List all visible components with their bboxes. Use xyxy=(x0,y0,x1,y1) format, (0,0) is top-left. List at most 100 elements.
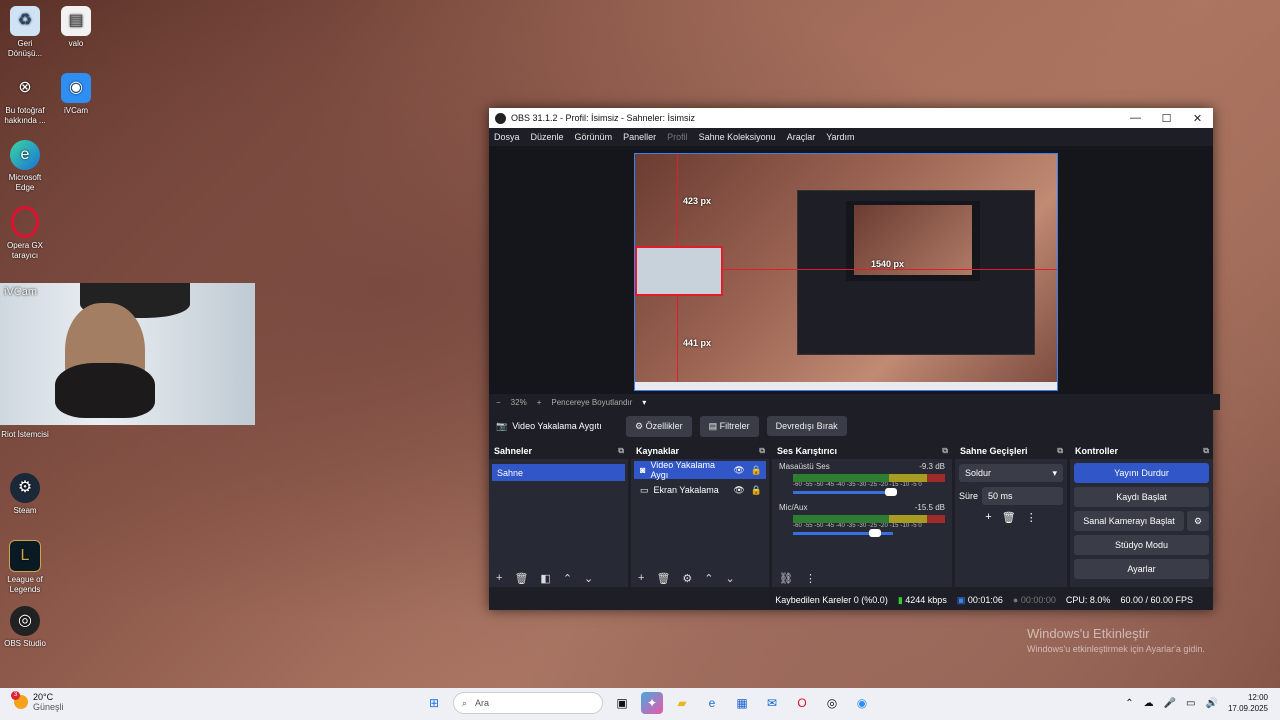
copilot-icon[interactable]: ✦ xyxy=(641,692,663,714)
start-virtual-camera-button[interactable]: Sanal Kamerayı Başlat xyxy=(1074,511,1184,531)
scene-filter-icon[interactable]: ◧ xyxy=(540,572,550,585)
volume-slider[interactable] xyxy=(793,488,897,496)
menu-profile[interactable]: Profil xyxy=(667,132,688,142)
more-options-icon[interactable]: ⋮ xyxy=(1026,511,1037,524)
ivcam-preview-window[interactable]: iVCam xyxy=(0,283,255,425)
undock-icon[interactable]: ⧉ xyxy=(942,446,948,456)
desktop-icon-recycle-bin[interactable]: ♻ Geri Dönüşü... xyxy=(0,6,50,59)
volume-slider[interactable] xyxy=(793,529,893,537)
close-icon[interactable]: ✕ xyxy=(1182,112,1213,125)
zoom-in-button[interactable]: + xyxy=(537,398,542,407)
menu-scene-collection[interactable]: Sahne Koleksiyonu xyxy=(699,132,776,142)
move-down-icon[interactable]: ⌄ xyxy=(584,572,593,585)
scenes-title: Sahneler xyxy=(494,446,533,456)
task-view-icon[interactable]: ▣ xyxy=(611,692,633,714)
desktop-icon-photo-info[interactable]: ⊗ Bu fotoğraf hakkında ... xyxy=(0,73,50,126)
move-up-icon[interactable]: ⌃ xyxy=(704,572,713,585)
transition-select[interactable]: Soldur ▾ xyxy=(959,464,1063,482)
duration-label: Süre xyxy=(959,491,979,501)
weather-widget[interactable]: 3 20°C Güneşli xyxy=(11,691,64,712)
remove-scene-icon[interactable]: 🗑 xyxy=(514,572,528,585)
move-down-icon[interactable]: ⌄ xyxy=(726,572,735,585)
link-icon[interactable]: ⛓ xyxy=(779,572,793,585)
volume-icon[interactable]: 🔊 xyxy=(1206,698,1218,709)
chevron-up-icon[interactable]: ⌃ xyxy=(1125,698,1133,709)
start-recording-button[interactable]: Kaydı Başlat xyxy=(1074,487,1209,507)
add-transition-icon[interactable]: + xyxy=(985,511,991,524)
selected-video-source[interactable] xyxy=(635,246,723,296)
undock-icon[interactable]: ⧉ xyxy=(759,446,765,456)
desktop-icon-obs[interactable]: ◎ OBS Studio xyxy=(0,606,50,649)
undock-icon[interactable]: ⧉ xyxy=(1203,446,1209,456)
store-icon[interactable]: ▦ xyxy=(731,692,753,714)
desktop-icon-riot[interactable]: Riot İstemcisi xyxy=(0,430,50,440)
duration-input[interactable]: 50 ms xyxy=(982,487,1063,505)
move-up-icon[interactable]: ⌃ xyxy=(563,572,572,585)
source-properties-icon[interactable]: ⚙ xyxy=(682,572,692,585)
mixer-channel-desktop: Masaüstü Ses -9.3 dB -60 -55 -50 -45 -40 … xyxy=(772,459,952,496)
properties-button[interactable]: ⚙ Özellikler xyxy=(626,415,692,437)
opera-gx-icon[interactable]: O xyxy=(791,692,813,714)
file-explorer-icon[interactable]: ▰ xyxy=(671,692,693,714)
add-source-icon[interactable]: + xyxy=(638,572,644,584)
channel-name: Masaüstü Ses xyxy=(779,462,830,471)
chevron-down-icon[interactable]: ▾ xyxy=(642,398,646,407)
lock-icon[interactable]: 🔒 xyxy=(751,485,762,496)
minimize-icon[interactable]: — xyxy=(1120,112,1151,125)
deactivate-button[interactable]: Devredışı Bırak xyxy=(766,416,847,436)
desktop-icon-opera[interactable]: Opera GX tarayıcı xyxy=(0,206,50,261)
display-icon[interactable]: ▭ xyxy=(1186,698,1195,709)
preview-canvas[interactable]: 423 px 1540 px 441 px xyxy=(634,153,1058,391)
eye-icon[interactable]: 👁 xyxy=(733,485,744,496)
filters-button[interactable]: ▤ Filtreler xyxy=(699,415,759,437)
lock-icon[interactable]: 🔒 xyxy=(751,465,762,476)
desktop-icon-ivcam[interactable]: ◉ iVCam xyxy=(51,73,101,116)
slider-handle[interactable] xyxy=(869,529,881,537)
more-options-icon[interactable]: ⋮ xyxy=(805,572,816,585)
dropped-frames: Kaybedilen Kareler 0 (%0.0) xyxy=(775,595,888,605)
system-tray: ⌃ ☁ 🎤 ▭ 🔊 12:00 17.09.2025 xyxy=(1125,692,1268,714)
desktop-icon-edge[interactable]: e Microsoft Edge xyxy=(0,140,50,193)
preview-area[interactable]: 423 px 1540 px 441 px xyxy=(489,146,1213,394)
outlook-icon[interactable]: ✉ xyxy=(761,692,783,714)
slider-handle[interactable] xyxy=(885,488,897,496)
eye-icon[interactable]: 👁 xyxy=(733,465,744,476)
menu-help[interactable]: Yardım xyxy=(826,132,854,142)
obs-icon[interactable]: ◎ xyxy=(821,692,843,714)
clock[interactable]: 12:00 17.09.2025 xyxy=(1228,692,1268,714)
add-scene-icon[interactable]: + xyxy=(496,572,502,584)
source-item[interactable]: ◙ Video Yakalama Aygı 👁 🔒 xyxy=(634,460,766,480)
volume-meter xyxy=(793,474,945,482)
microphone-icon[interactable]: 🎤 xyxy=(1164,698,1176,709)
gear-icon[interactable]: ⚙ xyxy=(1187,511,1209,531)
menu-file[interactable]: Dosya xyxy=(494,132,520,142)
remove-transition-icon[interactable]: 🗑 xyxy=(1002,511,1016,524)
search-box[interactable]: ⌕ Ara xyxy=(453,692,603,714)
menu-tools[interactable]: Araçlar xyxy=(787,132,816,142)
title-bar[interactable]: OBS 31.1.2 - Profil: İsimsiz - Sahneler:… xyxy=(489,108,1213,128)
docks: Sahneler ⧉ Sahne + 🗑 ◧ ⌃ ⌄ Kaynaklar ⧉ ◙ V… xyxy=(489,443,1213,587)
settings-button[interactable]: Ayarlar xyxy=(1074,559,1209,579)
desktop-icon-steam[interactable]: ⚙ Steam xyxy=(0,473,50,516)
edge-icon[interactable]: e xyxy=(701,692,723,714)
desktop-icon-valo[interactable]: ▤ valo xyxy=(51,6,101,49)
maximize-icon[interactable]: ☐ xyxy=(1151,112,1182,125)
ivcam-icon[interactable]: ◉ xyxy=(851,692,873,714)
desktop-icon-league[interactable]: L League of Legends xyxy=(0,540,50,595)
fit-to-window[interactable]: Pencereye Boyutlandır xyxy=(551,398,632,407)
undock-icon[interactable]: ⧉ xyxy=(618,446,624,456)
zoom-out-button[interactable]: − xyxy=(496,398,501,407)
menu-docks[interactable]: Paneller xyxy=(623,132,656,142)
network-icon[interactable]: ☁ xyxy=(1144,698,1154,709)
source-item[interactable]: ▭ Ekran Yakalama 👁 🔒 xyxy=(634,481,766,499)
stop-stream-button[interactable]: Yayını Durdur xyxy=(1074,463,1209,483)
scene-item[interactable]: Sahne xyxy=(492,464,625,481)
studio-mode-button[interactable]: Stüdyo Modu xyxy=(1074,535,1209,555)
undock-icon[interactable]: ⧉ xyxy=(1057,446,1063,456)
ivcam-icon: ◉ xyxy=(61,73,91,103)
windows-start-icon[interactable]: ⊞ xyxy=(423,692,445,714)
menu-view[interactable]: Görünüm xyxy=(575,132,613,142)
obs-window[interactable]: OBS 31.1.2 - Profil: İsimsiz - Sahneler:… xyxy=(489,108,1220,610)
remove-source-icon[interactable]: 🗑 xyxy=(656,572,670,585)
menu-edit[interactable]: Düzenle xyxy=(531,132,564,142)
